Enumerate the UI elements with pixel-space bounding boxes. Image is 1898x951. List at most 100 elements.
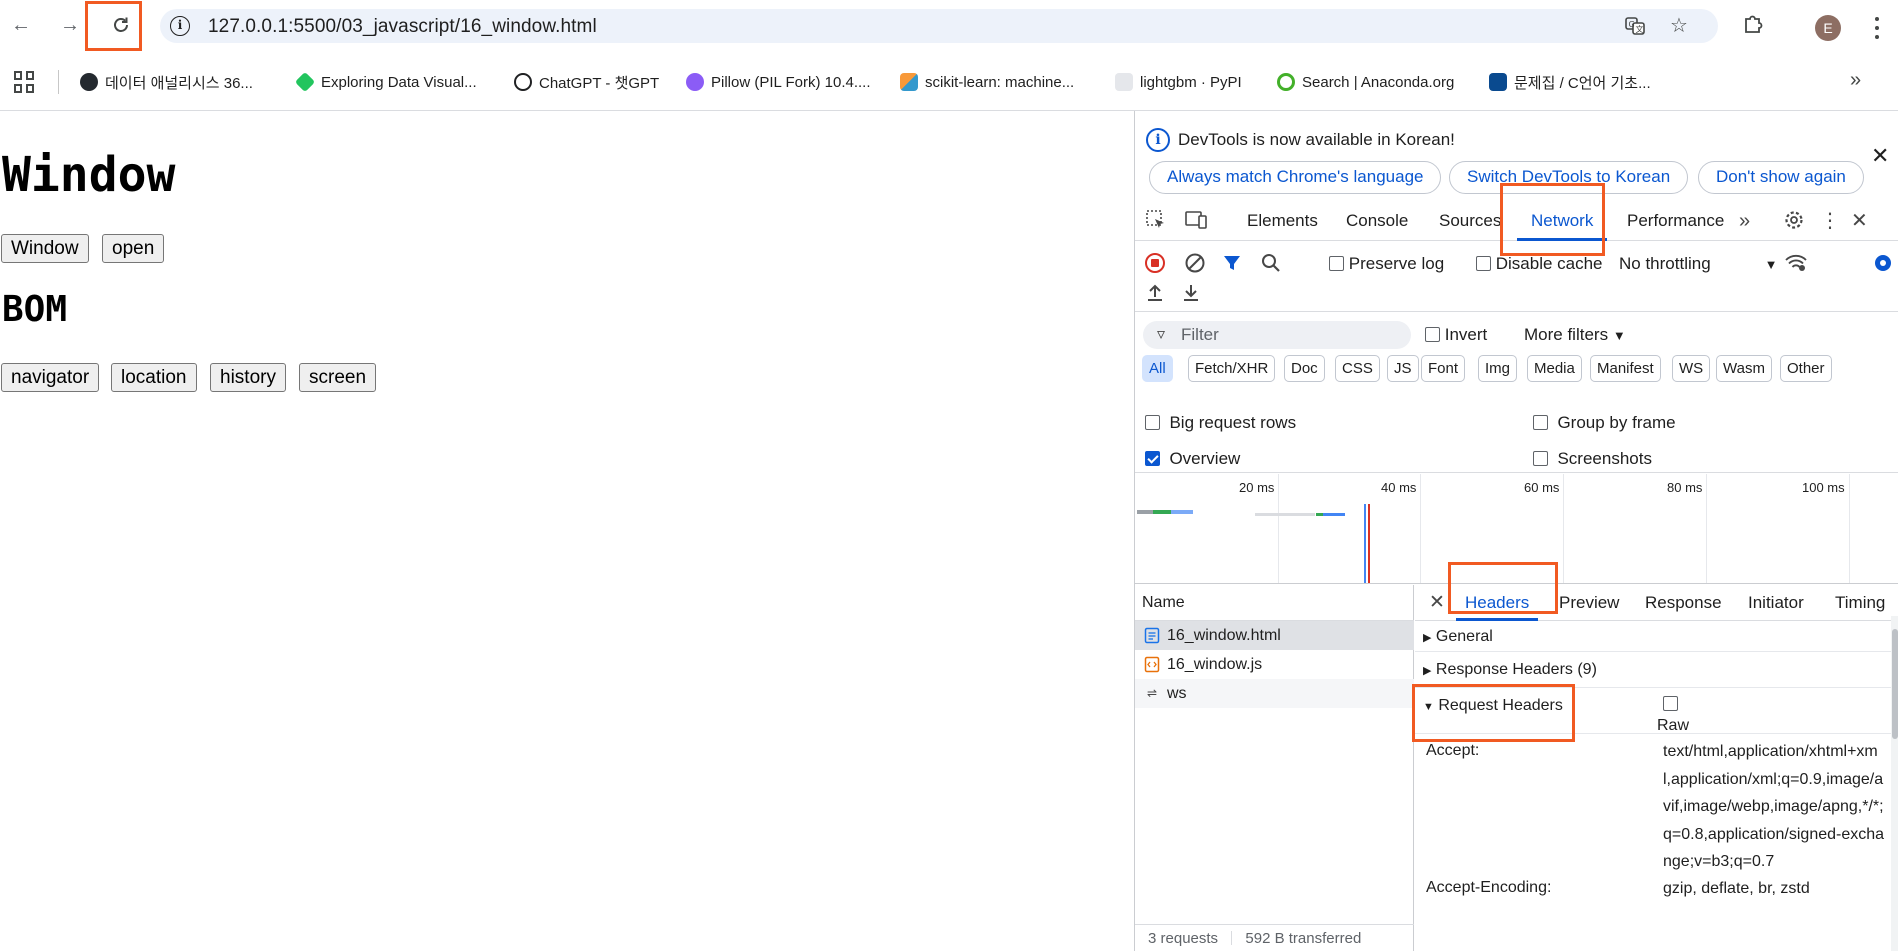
network-settings-gear-icon[interactable] (1872, 252, 1894, 280)
profile-avatar[interactable]: E (1815, 15, 1841, 41)
raw-checkbox[interactable] (1663, 696, 1678, 711)
filter-chip-img[interactable]: Img (1478, 355, 1518, 382)
screen-button[interactable]: screen (299, 363, 377, 392)
record-stop-icon[interactable] (1144, 252, 1166, 280)
history-button[interactable]: history (210, 363, 286, 392)
switch-to-korean-button[interactable]: Switch DevTools to Korean (1449, 161, 1689, 194)
devtools-menu-icon[interactable]: ⋮ (1820, 209, 1840, 233)
close-devtools-icon[interactable]: ✕ (1851, 209, 1868, 233)
invert-toggle[interactable]: Invert (1425, 325, 1487, 345)
bookmark-item[interactable]: Search | Anaconda.org (1277, 71, 1454, 93)
reload-icon[interactable] (106, 10, 136, 40)
search-icon[interactable] (1260, 252, 1282, 280)
big-request-rows-checkbox[interactable] (1145, 415, 1160, 430)
filter-chip-fetch-xhr[interactable]: Fetch/XHR (1188, 355, 1276, 382)
tab-initiator[interactable]: Initiator (1748, 585, 1804, 621)
timeline-bar (1171, 510, 1193, 514)
disable-cache-checkbox[interactable] (1476, 256, 1491, 271)
filter-chip-manifest[interactable]: Manifest (1590, 355, 1661, 382)
filter-chip-wasm[interactable]: Wasm (1716, 355, 1772, 382)
big-request-rows-toggle[interactable]: Big request rows (1145, 413, 1296, 433)
bookmark-item[interactable]: 데이터 애널리시스 36... (80, 71, 253, 93)
filter-icon: ▿ (1157, 326, 1166, 343)
dont-show-again-button[interactable]: Don't show again (1698, 161, 1864, 194)
translate-icon[interactable]: G文 (1624, 15, 1646, 37)
group-by-frame-toggle[interactable]: Group by frame (1533, 413, 1676, 433)
bookmark-item[interactable]: lightgbm · PyPI (1115, 71, 1242, 93)
navigator-button[interactable]: navigator (1, 363, 100, 392)
request-row[interactable]: ⇌ ws (1135, 679, 1414, 708)
tab-elements[interactable]: Elements (1247, 201, 1318, 241)
filter-chip-js[interactable]: JS (1387, 355, 1419, 382)
name-column-header[interactable]: Name (1135, 585, 1414, 621)
language-infobar: i DevTools is now available in Korean! A… (1135, 111, 1898, 199)
filter-funnel-icon[interactable] (1221, 252, 1243, 280)
window-button[interactable]: Window (1, 234, 89, 263)
address-bar[interactable]: i 127.0.0.1:5500/03_javascript/16_window… (160, 9, 1718, 43)
tab-performance[interactable]: Performance (1627, 201, 1724, 241)
general-section[interactable]: ▶ General (1415, 621, 1891, 652)
overview-toggle[interactable]: Overview (1145, 449, 1240, 469)
detail-scrollbar-thumb[interactable] (1892, 629, 1898, 739)
close-infobar-icon[interactable]: ✕ (1871, 143, 1889, 169)
import-har-icon[interactable] (1144, 282, 1166, 310)
bookmarks-overflow-icon[interactable]: » (1850, 69, 1861, 92)
bookmark-item[interactable]: Pillow (PIL Fork) 10.4.... (686, 71, 871, 93)
preserve-log-checkbox[interactable] (1329, 256, 1344, 271)
bookmark-star-icon[interactable]: ☆ (1668, 15, 1690, 37)
filter-input[interactable]: ▿ Filter (1143, 321, 1411, 349)
filter-chip-font[interactable]: Font (1421, 355, 1466, 382)
close-detail-icon[interactable]: ✕ (1429, 591, 1445, 615)
filter-chip-ws[interactable]: WS (1672, 355, 1711, 382)
screenshots-checkbox[interactable] (1533, 451, 1548, 466)
tab-network[interactable]: Network (1516, 201, 1608, 241)
inspect-element-icon[interactable] (1145, 209, 1167, 237)
open-button[interactable]: open (102, 234, 165, 263)
screenshots-toggle[interactable]: Screenshots (1533, 449, 1652, 469)
tab-timing[interactable]: Timing (1835, 585, 1885, 621)
forward-arrow-icon[interactable]: → (55, 10, 85, 40)
site-info-icon[interactable]: i (170, 16, 190, 36)
overview-checkbox[interactable] (1145, 451, 1160, 466)
filter-chip-all[interactable]: All (1142, 355, 1173, 382)
tab-console[interactable]: Console (1346, 201, 1408, 241)
more-tabs-icon[interactable]: » (1739, 209, 1750, 233)
always-match-language-button[interactable]: Always match Chrome's language (1149, 161, 1442, 194)
tab-headers[interactable]: Headers (1455, 585, 1539, 621)
back-arrow-icon[interactable]: ← (6, 10, 36, 40)
bookmark-item[interactable]: 문제집 / C언어 기초... (1489, 71, 1651, 93)
group-by-frame-checkbox[interactable] (1533, 415, 1548, 430)
chrome-menu-icon[interactable] (1872, 15, 1882, 41)
location-button[interactable]: location (111, 363, 197, 392)
throttling-select[interactable]: No throttling ▼ (1619, 254, 1778, 274)
url-text[interactable]: 127.0.0.1:5500/03_javascript/16_window.h… (208, 16, 597, 38)
response-headers-section[interactable]: ▶ Response Headers (9) (1415, 652, 1891, 688)
disable-cache-toggle[interactable]: Disable cache (1476, 254, 1603, 274)
preserve-log-toggle[interactable]: Preserve log (1329, 254, 1444, 274)
request-headers-section[interactable]: ▼ Request Headers (1415, 688, 1891, 734)
filter-chip-doc[interactable]: Doc (1284, 355, 1325, 382)
extensions-icon[interactable] (1740, 12, 1766, 38)
request-row[interactable]: 16_window.js (1135, 650, 1414, 679)
filter-chip-media[interactable]: Media (1527, 355, 1582, 382)
bookmark-item[interactable]: scikit-learn: machine... (900, 71, 1074, 93)
invert-checkbox[interactable] (1425, 327, 1440, 342)
settings-gear-icon[interactable] (1783, 209, 1805, 237)
filter-bar: ▿ Filter Invert More filters ▼ All Fetch… (1135, 313, 1898, 405)
export-har-icon[interactable] (1180, 282, 1202, 310)
device-toolbar-icon[interactable] (1184, 209, 1208, 237)
clear-log-icon[interactable] (1184, 252, 1206, 280)
network-conditions-icon[interactable] (1784, 252, 1808, 280)
bookmark-item[interactable]: Exploring Data Visual... (294, 71, 477, 93)
tab-sources[interactable]: Sources (1439, 201, 1501, 241)
filter-chip-other[interactable]: Other (1780, 355, 1832, 382)
bookmark-item[interactable]: ChatGPT - 챗GPT (514, 71, 659, 93)
request-row[interactable]: 16_window.html (1135, 621, 1414, 650)
github-icon (80, 73, 98, 91)
filter-chip-css[interactable]: CSS (1335, 355, 1380, 382)
detail-tabbar: ✕ Headers Preview Response Initiator Tim… (1415, 585, 1898, 621)
tab-preview[interactable]: Preview (1559, 585, 1619, 621)
more-filters-dropdown[interactable]: More filters ▼ (1524, 325, 1626, 345)
tab-response[interactable]: Response (1645, 585, 1722, 621)
network-overview-timeline[interactable]: 20 ms 40 ms 60 ms 80 ms 100 ms (1135, 474, 1898, 584)
